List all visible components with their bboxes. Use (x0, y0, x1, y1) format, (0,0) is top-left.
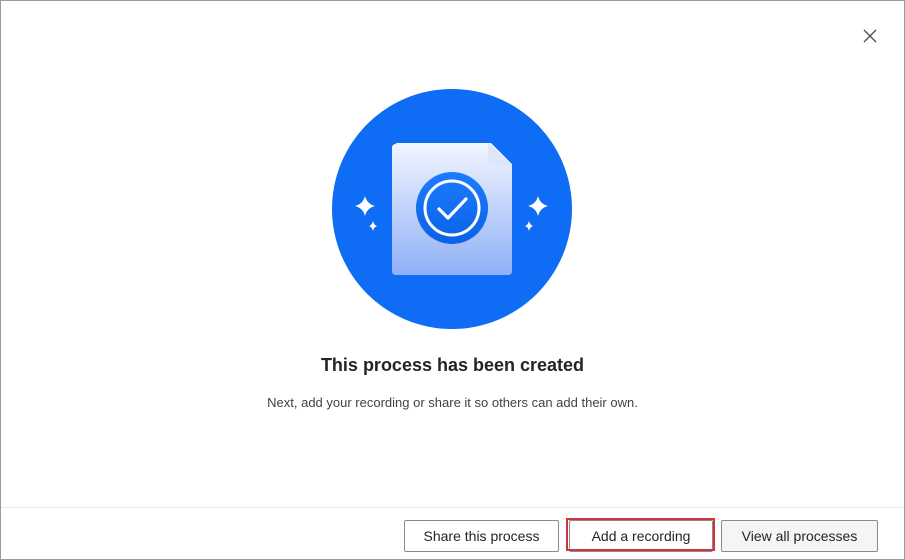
share-process-button[interactable]: Share this process (404, 520, 559, 552)
close-button[interactable] (859, 25, 881, 47)
view-all-processes-button[interactable]: View all processes (721, 520, 878, 552)
process-created-dialog: This process has been created Next, add … (0, 0, 905, 560)
add-recording-button[interactable]: Add a recording (569, 520, 713, 552)
close-icon (863, 29, 877, 43)
document-checkmark-icon (392, 143, 512, 275)
process-created-illustration (331, 88, 573, 330)
dialog-subtitle: Next, add your recording or share it so … (267, 395, 638, 410)
dialog-title: This process has been created (320, 355, 585, 375)
footer-divider (1, 507, 904, 508)
